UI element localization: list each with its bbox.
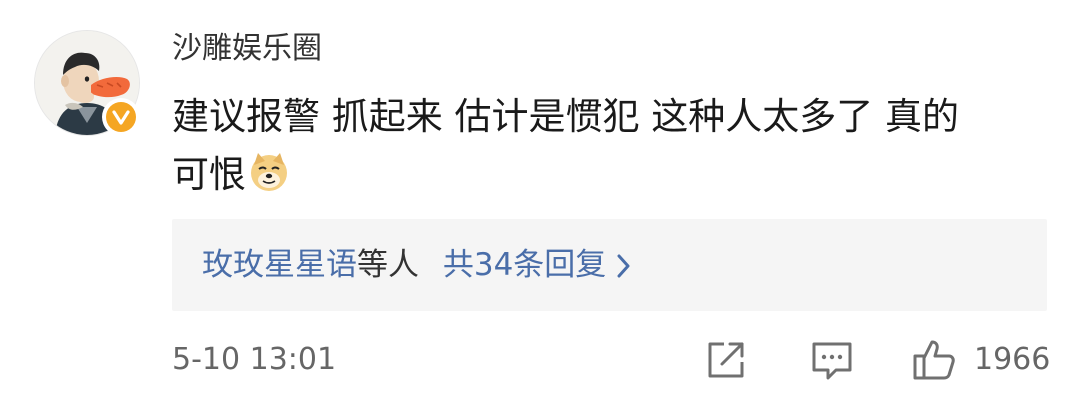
comment-button[interactable] xyxy=(808,336,856,384)
comment-card: 沙雕娱乐圈 建议报警 抓起来 估计是惯犯 这种人太多了 真的 可恨 玫玫星星语等… xyxy=(0,0,1078,403)
avatar-container[interactable] xyxy=(34,30,140,136)
reply-user-names[interactable]: 玫玫星星语 xyxy=(202,247,357,283)
verified-badge xyxy=(102,98,140,136)
reply-users-suffix: 等人 xyxy=(357,247,419,283)
thumbs-up-icon xyxy=(913,340,955,380)
share-icon xyxy=(708,342,744,378)
like-button[interactable]: 1966 xyxy=(910,336,1060,384)
username[interactable]: 沙雕娱乐圈 xyxy=(172,28,322,70)
replies-summary[interactable]: 玫玫星星语等人 共34条回复 xyxy=(202,243,632,291)
comment-icon xyxy=(812,342,852,380)
share-button[interactable] xyxy=(702,336,750,384)
chevron-right-icon xyxy=(616,247,632,291)
comment-text-fragment: 可恨 xyxy=(172,153,246,196)
like-count: 1966 xyxy=(974,342,1051,377)
comment-text-line: 可恨 xyxy=(172,146,1052,204)
comment-text: 建议报警 抓起来 估计是惯犯 这种人太多了 真的 可恨 xyxy=(172,88,1052,204)
replies-box[interactable]: 玫玫星星语等人 共34条回复 xyxy=(172,219,1047,311)
comment-text-line: 建议报警 抓起来 估计是惯犯 这种人太多了 真的 xyxy=(172,95,960,138)
doge-emoji-icon xyxy=(248,151,290,193)
comment-timestamp: 5-10 13:01 xyxy=(172,342,337,377)
verified-badge-icon xyxy=(106,102,136,132)
reply-total-link[interactable]: 共34条回复 xyxy=(443,247,606,283)
